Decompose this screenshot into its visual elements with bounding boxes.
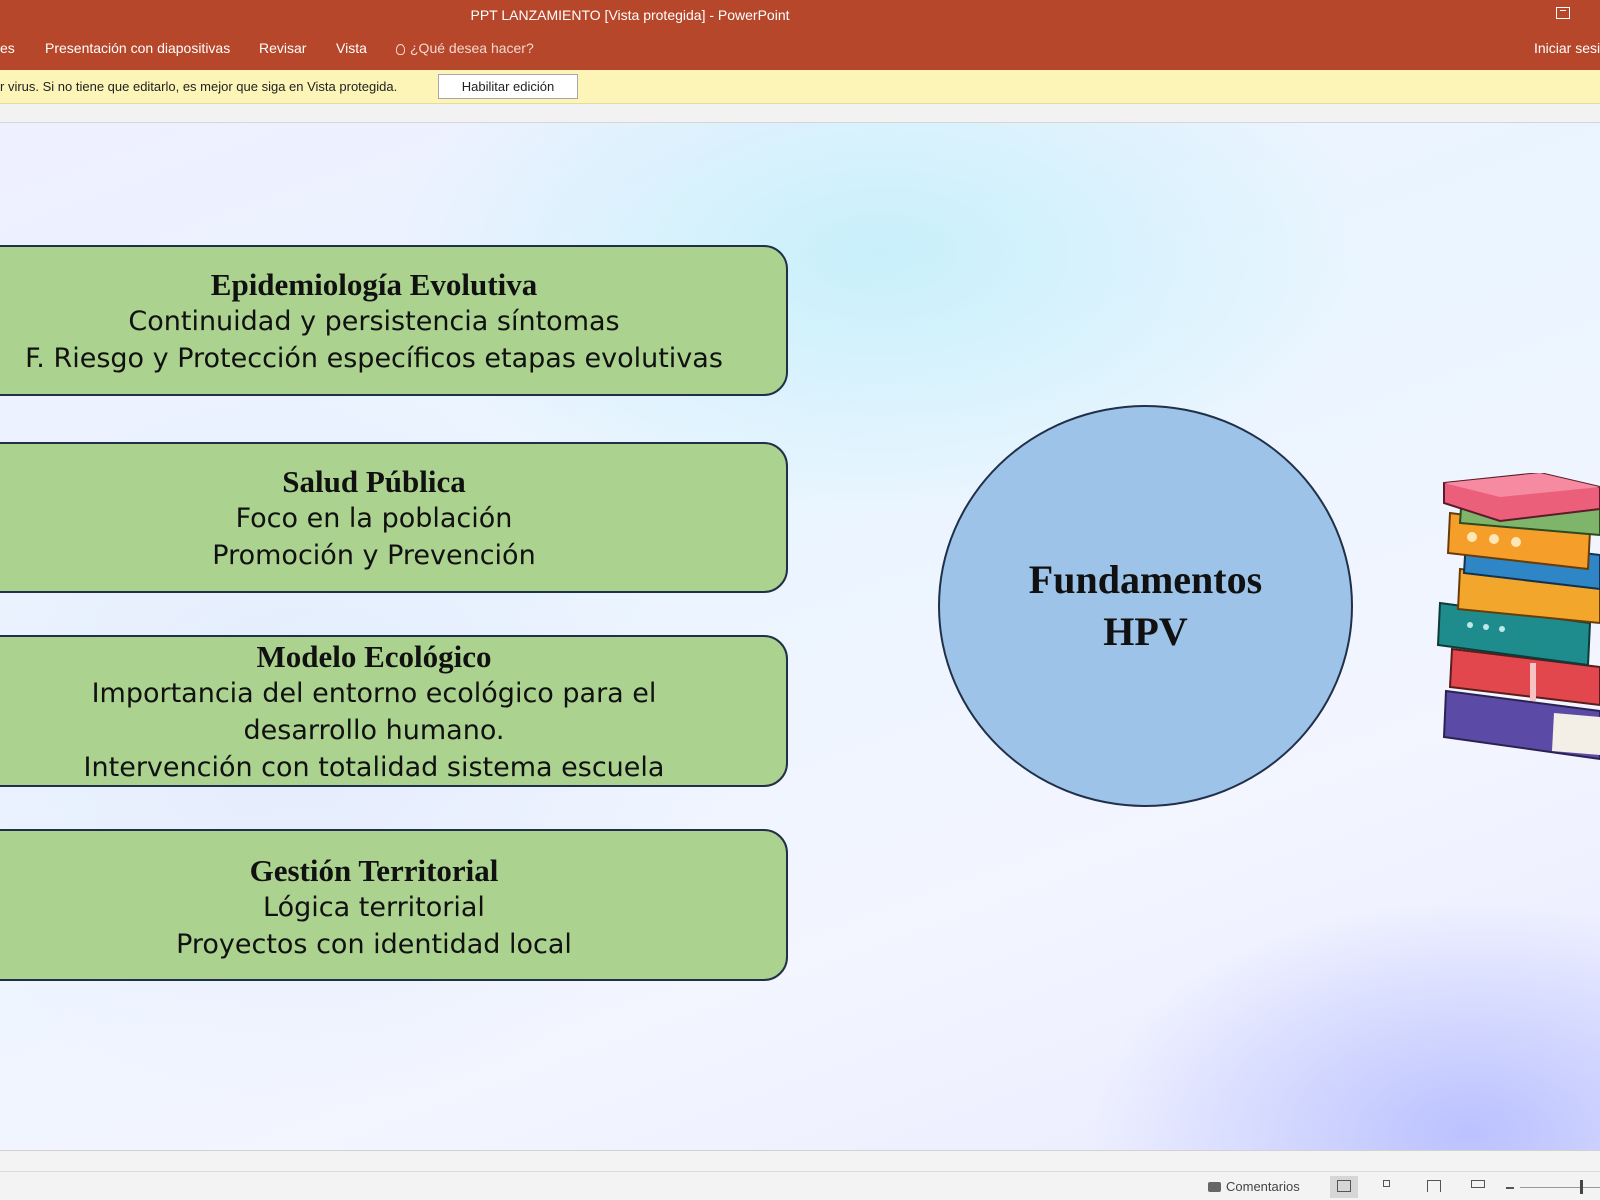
box-line: Continuidad y persistencia síntomas [128,306,620,337]
box-line: Foco en la población [235,503,513,534]
tab-partial-left[interactable]: es [0,40,15,56]
slide-sorter-icon[interactable] [1376,1176,1404,1198]
box-title: Salud Pública [282,464,466,499]
comments-button[interactable]: Comentarios [1208,1179,1300,1194]
box-line: Intervención con totalidad sistema escue… [83,752,665,783]
comments-label: Comentarios [1226,1179,1300,1194]
zoom-out-button[interactable] [1506,1187,1514,1189]
box-title: Modelo Ecológico [256,639,492,674]
tab-slideshow[interactable]: Presentación con diapositivas [45,40,230,56]
sign-in-link[interactable]: Iniciar sesi [1534,40,1600,56]
ribbon-tabs: es Presentación con diapositivas Revisar… [0,38,1600,66]
tab-view[interactable]: Vista [336,40,367,56]
tab-review[interactable]: Revisar [259,40,306,56]
zoom-slider-thumb[interactable] [1580,1180,1583,1194]
fundamentos-circle[interactable]: Fundamentos HPV [938,405,1353,807]
title-bar: PPT LANZAMIENTO [Vista protegida] - Powe… [0,0,1600,70]
box-line: Proyectos con identidad local [176,929,572,960]
box-salud-publica[interactable]: Salud Pública Foco en la población Promo… [0,442,788,593]
box-line: Lógica territorial [263,892,485,923]
box-modelo-ecologico[interactable]: Modelo Ecológico Importancia del entorno… [0,635,788,787]
restore-window-icon[interactable] [1556,7,1570,19]
normal-view-icon[interactable] [1330,1176,1358,1198]
status-divider [0,1171,1600,1172]
lightbulb-icon [396,44,405,55]
tell-me-label: ¿Qué desea hacer? [410,40,534,56]
box-title: Gestión Territorial [249,853,499,888]
tell-me-search[interactable]: ¿Qué desea hacer? [396,40,534,56]
box-title: Epidemiología Evolutiva [210,267,538,302]
circle-line-2: HPV [1103,609,1188,654]
enable-editing-button[interactable]: Habilitar edición [438,74,578,99]
status-bar: Comentarios [0,1150,1600,1200]
slideshow-icon[interactable] [1464,1176,1492,1198]
comment-icon [1208,1182,1221,1192]
box-line: desarrollo humano. [243,715,505,746]
box-epidemiologia[interactable]: Epidemiología Evolutiva Continuidad y pe… [0,245,788,396]
box-gestion-territorial[interactable]: Gestión Territorial Lógica territorial P… [0,829,788,981]
slide-canvas[interactable]: Epidemiología Evolutiva Continuidad y pe… [0,123,1600,1150]
reading-view-icon[interactable] [1420,1176,1448,1198]
books-illustration[interactable] [1430,473,1600,763]
box-line: Promoción y Prevención [212,540,536,571]
protected-view-bar: r virus. Si no tiene que editarlo, es me… [0,70,1600,104]
window-title: PPT LANZAMIENTO [Vista protegida] - Powe… [470,7,790,23]
zoom-slider[interactable] [1520,1187,1600,1188]
circle-line-1: Fundamentos [1028,557,1263,602]
box-line: F. Riesgo y Protección específicos etapa… [25,343,723,374]
protected-view-message: r virus. Si no tiene que editarlo, es me… [0,79,398,94]
ruler-strip [0,104,1600,123]
box-line: Importancia del entorno ecológico para e… [91,678,657,709]
